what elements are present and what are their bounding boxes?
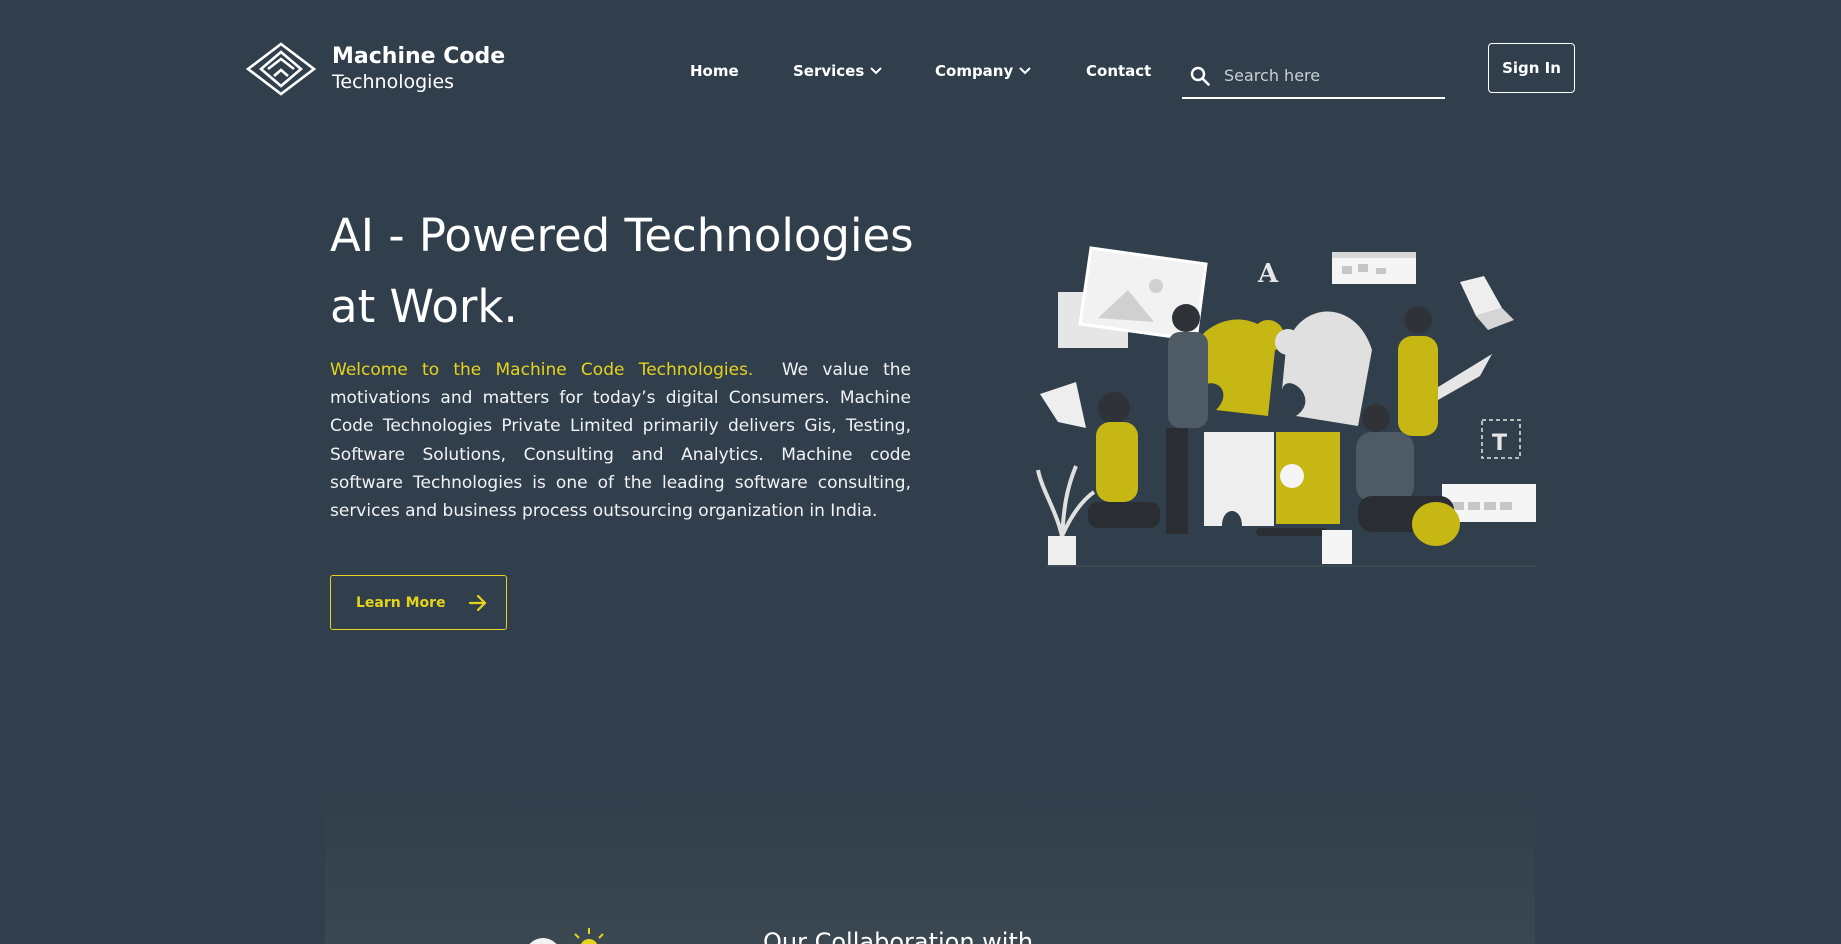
hero-description: Welcome to the Machine Code Technologies…	[330, 356, 911, 525]
collaboration-section: Our Collaboration with	[325, 788, 1535, 944]
nav-item-contact[interactable]: Contact	[1086, 62, 1151, 80]
chevron-down-icon	[1019, 67, 1031, 75]
svg-text:A: A	[1257, 259, 1279, 289]
arrow-right-icon	[468, 594, 486, 611]
nav-item-label: Company	[935, 62, 1014, 80]
search-bar	[1182, 54, 1445, 99]
sign-in-button[interactable]: Sign In	[1488, 43, 1575, 93]
brand-name-line1: Machine Code	[332, 44, 506, 70]
collaboration-title: Our Collaboration with	[763, 928, 1034, 944]
teamwork-puzzle-illustration: A T	[1036, 246, 1536, 567]
search-input[interactable]	[1224, 66, 1424, 85]
svg-text:T: T	[1492, 431, 1507, 456]
nav-item-label: Home	[690, 62, 739, 80]
nav-item-services[interactable]: Services	[793, 62, 883, 80]
logo-mark-icon	[246, 42, 316, 96]
lightbulb-illustration	[529, 928, 604, 944]
search-icon[interactable]	[1190, 66, 1210, 86]
brand-name-line2: Technologies	[332, 70, 455, 93]
brand-logo[interactable]: Machine Code Technologies	[246, 42, 505, 96]
learn-more-button[interactable]: Learn More	[330, 575, 507, 630]
hero-highlight: Welcome to the Machine Code Technologies…	[330, 360, 754, 380]
nav-item-home[interactable]: Home	[690, 62, 739, 80]
hero-title: AI - Powered Technologies at Work.	[330, 209, 914, 333]
chevron-down-icon	[870, 67, 883, 75]
learn-more-label: Learn More	[356, 594, 446, 611]
nav-item-company[interactable]: Company	[935, 62, 1031, 80]
nav-item-label: Contact	[1086, 62, 1152, 80]
hero-body: We value the motivations and matters for…	[330, 360, 911, 522]
nav-item-label: Services	[793, 62, 865, 80]
